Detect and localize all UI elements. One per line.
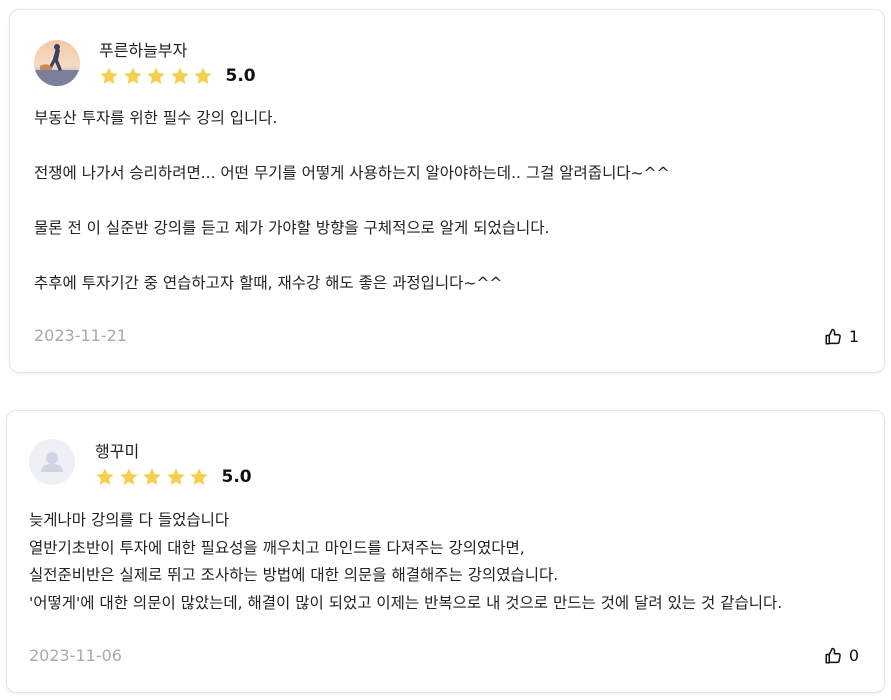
review-line: 부동산 투자를 위한 필수 강의 입니다. (34, 109, 278, 127)
user-avatar[interactable] (34, 40, 80, 86)
star-icon (170, 67, 189, 84)
star-rating: 5.0 (95, 467, 252, 487)
default-user-icon (41, 452, 63, 472)
like-count: 0 (848, 646, 859, 665)
review-line: 추후에 투자기간 중 연습하고자 할때, 재수강 해도 좋은 과정입니다~^^ (34, 274, 503, 292)
review-card: 푸른하늘부자 5.0 부동산 투자를 위한 필수 강의 입니다. 전쟁에 나가서… (9, 9, 885, 373)
star-icon (123, 67, 142, 84)
review-card: 행꾸미 5.0 늦게나마 강의를 다 들었습니다 열반기초반이 투자에 대한 필… (6, 410, 885, 693)
review-line: 실전준비반은 실제로 뛰고 조사하는 방법에 대한 의문을 해결해주는 강의였습… (29, 566, 559, 584)
review-date: 2023-11-21 (34, 326, 127, 345)
review-line: 열반기초반이 투자에 대한 필요성을 깨우치고 마인드를 다져주는 강의였다면, (29, 538, 525, 557)
star-icon (166, 468, 185, 485)
like-button[interactable]: 1 (824, 327, 859, 346)
like-button[interactable]: 0 (824, 646, 859, 665)
rating-score: 5.0 (225, 66, 256, 86)
username: 푸른하늘부자 (99, 41, 188, 60)
star-icon (100, 67, 118, 84)
star-icon (147, 67, 165, 84)
avatar-photo-icon (34, 40, 80, 86)
thumbs-up-icon (825, 328, 841, 344)
review-line: '어떻게'에 대한 의문이 많았는데, 해결이 많이 되었고 이제는 반복으로 … (29, 593, 783, 612)
star-icon (96, 468, 114, 485)
review-text: 늦게나마 강의를 다 들었습니다 열반기초반이 투자에 대한 필요성을 깨우치고… (29, 507, 879, 617)
username: 행꾸미 (95, 442, 140, 461)
review-text: 부동산 투자를 위한 필수 강의 입니다. 전쟁에 나가서 승리하려면... 어… (34, 105, 864, 298)
user-avatar[interactable] (29, 439, 75, 485)
review-line: 전쟁에 나가서 승리하려면... 어떤 무기를 어떻게 사용하는지 알아야하는데… (34, 164, 670, 182)
like-count: 1 (848, 327, 859, 346)
star-rating: 5.0 (99, 66, 256, 86)
review-line: 늦게나마 강의를 다 들었습니다 (29, 511, 230, 529)
rating-score: 5.0 (221, 467, 252, 487)
star-icon (119, 468, 138, 485)
star-icon (194, 67, 212, 84)
thumbs-up-icon (825, 647, 841, 663)
star-icon (190, 468, 208, 485)
star-icon (143, 468, 161, 485)
review-line: 물론 전 이 실준반 강의를 듣고 제가 가야할 방향을 구체적으로 알게 되었… (34, 219, 550, 237)
review-date: 2023-11-06 (29, 646, 122, 665)
